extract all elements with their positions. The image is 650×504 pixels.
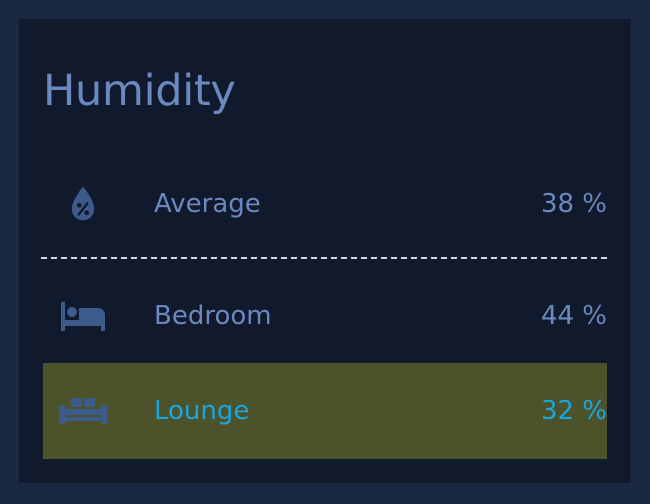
- room-row-bedroom[interactable]: Bedroom 44 %: [43, 268, 607, 364]
- room-row-lounge[interactable]: Lounge 32 %: [43, 363, 607, 459]
- average-value: 38 %: [540, 189, 607, 219]
- sofa-icon: [57, 391, 109, 431]
- room-value: 44 %: [540, 301, 607, 331]
- room-value: 32 %: [540, 396, 607, 426]
- water-percent-icon: [57, 184, 109, 224]
- average-label: Average: [154, 189, 261, 219]
- humidity-card: Humidity Average 38 % Bedroom 44 % Loung…: [19, 19, 631, 483]
- bed-icon: [57, 296, 109, 336]
- card-frame: Humidity Average 38 % Bedroom 44 % Loung…: [0, 0, 650, 504]
- room-label: Bedroom: [154, 301, 272, 331]
- card-title: Humidity: [43, 66, 236, 116]
- divider: [41, 257, 607, 259]
- average-row[interactable]: Average 38 %: [43, 156, 607, 252]
- room-label: Lounge: [154, 396, 250, 426]
